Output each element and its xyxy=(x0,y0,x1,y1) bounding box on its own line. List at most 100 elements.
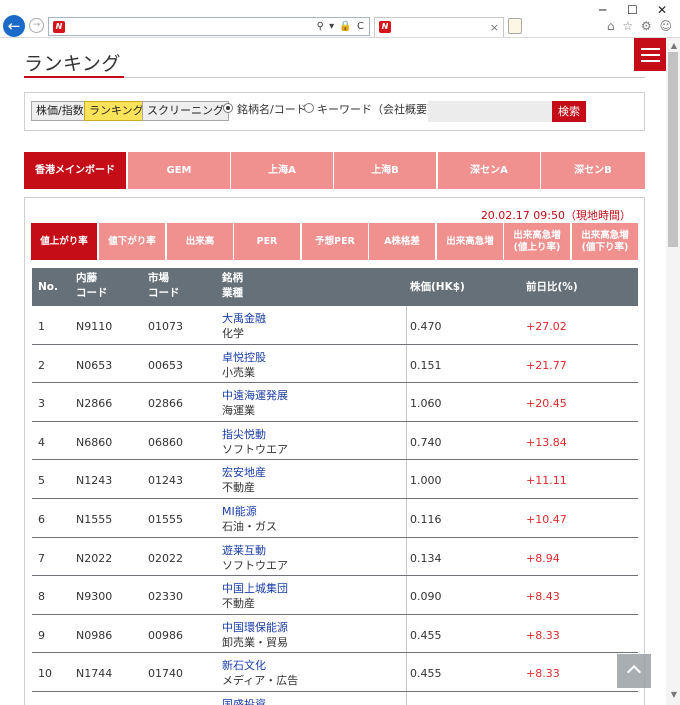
row-price: 0.151 xyxy=(410,358,442,372)
row-no: 7 xyxy=(38,551,45,565)
ranking-button[interactable]: ランキング xyxy=(84,101,149,121)
row-price: 0.455 xyxy=(410,628,442,642)
header-no: No. xyxy=(38,281,58,293)
ranking-table: No. 内藤 コード 市場 コード 銘柄 業種 株価(HK$) 前日比(%) 1… xyxy=(32,268,638,705)
screening-button[interactable]: スクリーニング xyxy=(142,101,229,121)
column-divider xyxy=(406,653,407,691)
header-market: 市場 xyxy=(148,272,169,284)
row-stock-name[interactable]: MI能源 xyxy=(222,503,257,519)
row-industry: ソフトウエア xyxy=(222,442,288,456)
scroll-up-icon[interactable]: ▲ xyxy=(671,41,677,50)
address-bar[interactable]: N ⚲ ▾ 🔒 C xyxy=(48,17,370,36)
stock-index-button[interactable]: 株価/指数 xyxy=(31,101,89,121)
column-divider xyxy=(406,614,407,653)
address-bar-icons[interactable]: ⚲ ▾ 🔒 C xyxy=(317,18,365,35)
search-input[interactable] xyxy=(428,101,552,122)
row-price: 0.134 xyxy=(410,551,442,565)
search-button[interactable]: 検索 xyxy=(552,101,586,122)
row-stock-name[interactable]: 中国環保能源 xyxy=(222,619,288,635)
table-row: 7 N2022 02022 遊莱互動 ソフトウエア 0.134 +8.94 xyxy=(32,537,638,577)
column-divider xyxy=(406,576,407,614)
row-change: +8.94 xyxy=(526,551,560,565)
maximize-icon[interactable]: ☐ xyxy=(627,3,638,17)
table-header: No. 内藤 コード 市場 コード 銘柄 業種 株価(HK$) 前日比(%) xyxy=(32,268,638,306)
row-price: 0.090 xyxy=(410,590,442,604)
row-industry: 海運業 xyxy=(222,404,255,418)
row-naito-code: N1555 xyxy=(76,512,113,526)
minimize-icon[interactable]: ─ xyxy=(599,3,606,17)
new-tab-icon[interactable] xyxy=(508,18,522,34)
tab-a-share-gap[interactable]: A株格差 xyxy=(369,223,435,260)
row-market-code: 02330 xyxy=(148,590,183,604)
row-price: 0.455 xyxy=(410,667,442,681)
header-stock: 銘柄 xyxy=(222,272,243,284)
table-row: 3 N2866 02866 中遠海運発展 海運業 1.060 +20.45 xyxy=(32,383,638,422)
row-no: 5 xyxy=(38,474,45,488)
forward-icon[interactable]: → xyxy=(29,18,44,33)
column-divider xyxy=(406,421,407,460)
header-price: 株価(HK$) xyxy=(410,281,465,293)
column-divider xyxy=(406,691,407,705)
tab-shenzhen-a[interactable]: 深センA xyxy=(438,152,540,189)
tab-forecast-per[interactable]: 予想PER xyxy=(302,223,368,260)
row-market-code: 00653 xyxy=(148,358,183,372)
row-market-code: 02022 xyxy=(148,551,183,565)
row-stock-name[interactable]: 中遠海運発展 xyxy=(222,387,288,403)
header-industry: 業種 xyxy=(222,287,243,299)
row-stock-name[interactable]: 指尖悦動 xyxy=(222,426,266,442)
tab-per[interactable]: PER xyxy=(234,223,300,260)
row-stock-name[interactable]: 大禹金融 xyxy=(222,310,266,326)
table-row: 国盛投資 xyxy=(32,691,638,705)
tab-gainers[interactable]: 値上がり率 xyxy=(31,223,97,260)
scroll-down-icon[interactable]: ▼ xyxy=(671,690,677,699)
row-industry: 卸売業・貿易 xyxy=(222,635,288,649)
title-accent-bar xyxy=(24,76,124,78)
row-stock-name[interactable]: 中国上城集団 xyxy=(222,580,288,596)
tab-close-icon[interactable]: × xyxy=(490,21,499,34)
row-no: 2 xyxy=(38,358,45,372)
radio-keyword[interactable] xyxy=(304,103,314,113)
row-naito-code: N6860 xyxy=(76,435,113,449)
table-row: 5 N1243 01243 宏安地産 不動産 1.000 +11.11 xyxy=(32,460,638,499)
row-market-code: 01073 xyxy=(148,320,183,333)
browser-chrome: ← → N ⚲ ▾ 🔒 C N × ─ ☐ ✕ ⌂ ☆ ⚙ ☺ xyxy=(0,0,680,38)
radio-name-code[interactable] xyxy=(223,103,233,113)
menu-icon[interactable] xyxy=(634,38,666,71)
tab-shenzhen-b[interactable]: 深センB xyxy=(541,152,645,189)
tab-volume-surge-up[interactable]: 出来高急増 (値上り率) xyxy=(504,223,570,260)
row-price: 1.060 xyxy=(410,397,442,411)
row-stock-name[interactable]: 遊莱互動 xyxy=(222,542,266,558)
row-naito-code: N0986 xyxy=(76,628,113,642)
row-no: 8 xyxy=(38,590,45,604)
row-stock-name[interactable]: 新石文化 xyxy=(222,657,266,673)
row-market-code: 02866 xyxy=(148,397,183,411)
tab-gem[interactable]: GEM xyxy=(128,152,230,189)
back-icon[interactable]: ← xyxy=(3,15,25,37)
row-change: +20.45 xyxy=(526,397,567,411)
tab-shanghai-b[interactable]: 上海B xyxy=(334,152,436,189)
row-price: 0.470 xyxy=(410,320,442,333)
row-change: +8.43 xyxy=(526,590,560,604)
row-stock-name[interactable]: 卓悦控股 xyxy=(222,349,266,365)
browser-tab[interactable]: N × xyxy=(374,17,504,37)
ranking-panel: 20.02.17 09:50（現地時間） 値上がり率 値下がり率 出来高 PER… xyxy=(24,197,645,705)
close-window-icon[interactable]: ✕ xyxy=(657,3,667,17)
tab-losers[interactable]: 値下がり率 xyxy=(99,223,165,260)
row-no: 1 xyxy=(38,320,45,333)
timestamp: 20.02.17 09:50（現地時間） xyxy=(480,209,631,222)
tab-hk-main-board[interactable]: 香港メインボード xyxy=(24,152,126,189)
tab-volume[interactable]: 出来高 xyxy=(167,223,233,260)
row-stock-name[interactable]: 宏安地産 xyxy=(222,464,266,480)
tab-volume-surge[interactable]: 出来高急増 xyxy=(437,223,503,260)
scrollbar-thumb[interactable] xyxy=(668,52,678,247)
table-row: 9 N0986 00986 中国環保能源 卸売業・貿易 0.455 +8.33 xyxy=(32,614,638,654)
tab-shanghai-a[interactable]: 上海A xyxy=(231,152,333,189)
row-no: 9 xyxy=(38,628,45,642)
row-no: 4 xyxy=(38,435,45,449)
browser-toolbar-icons[interactable]: ⌂ ☆ ⚙ ☺ xyxy=(607,19,674,33)
row-stock-name[interactable]: 国盛投資 xyxy=(222,696,266,705)
tab-volume-surge-down[interactable]: 出来高急増 (値下り率) xyxy=(572,223,638,260)
table-row: 2 N0653 00653 卓悦控股 小売業 0.151 +21.77 xyxy=(32,344,638,384)
row-no: 6 xyxy=(38,512,45,526)
scroll-to-top-button[interactable] xyxy=(617,654,651,688)
